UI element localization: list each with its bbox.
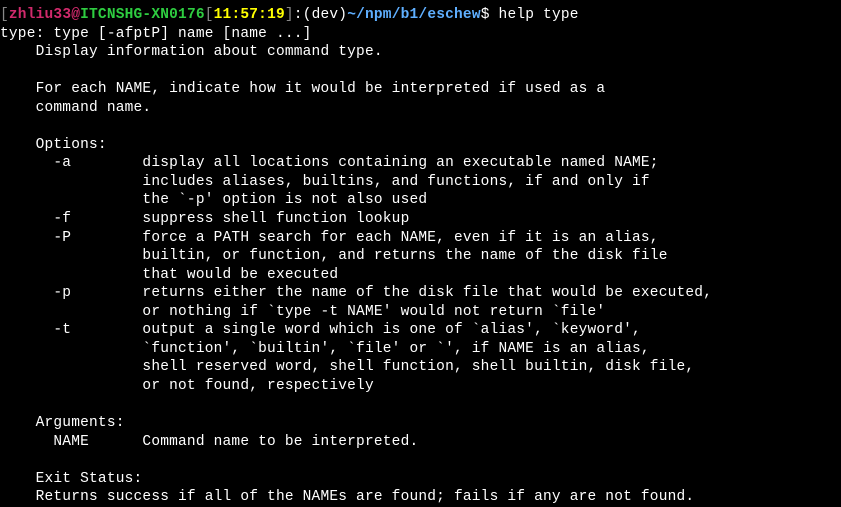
output-line-arguments-header: Arguments: (0, 414, 841, 433)
prompt-bracket-open: [ (0, 7, 9, 23)
prompt-time: 11:57:19 (214, 7, 285, 23)
output-line-option-cap-p: -P force a PATH search for each NAME, ev… (0, 229, 841, 248)
prompt-command: help type (499, 7, 579, 23)
output-line-blank (0, 451, 841, 470)
prompt-separator: : (294, 7, 303, 23)
output-line-option-f: -f suppress shell function lookup (0, 210, 841, 229)
output-line: `function', `builtin', `file' or `', if … (0, 340, 841, 359)
output-line-options-header: Options: (0, 136, 841, 155)
prompt-env: (dev) (303, 7, 348, 23)
prompt-host: ITCNSHG-XN0176 (80, 7, 205, 23)
output-line-argument-name: NAME Command name to be interpreted. (0, 433, 841, 452)
prompt-user: zhliu33 (9, 7, 71, 23)
output-line-option-a: -a display all locations containing an e… (0, 154, 841, 173)
output-line-exit-status-header: Exit Status: (0, 470, 841, 489)
prompt-at: @ (71, 7, 80, 23)
output-line: shell reserved word, shell function, she… (0, 358, 841, 377)
output-line-desc: Display information about command type. (0, 43, 841, 62)
output-line-blank (0, 117, 841, 136)
output-line-blank (0, 395, 841, 414)
output-line: includes aliases, builtins, and function… (0, 173, 841, 192)
output-line: the `-p' option is not also used (0, 191, 841, 210)
prompt-bracket-close2: ] (285, 7, 294, 23)
output-line: or not found, respectively (0, 377, 841, 396)
output-line-option-t: -t output a single word which is one of … (0, 321, 841, 340)
output-line-option-p: -p returns either the name of the disk f… (0, 284, 841, 303)
output-line: For each NAME, indicate how it would be … (0, 80, 841, 99)
prompt-line[interactable]: [zhliu33@ITCNSHG-XN0176[11:57:19]:(dev)~… (0, 6, 841, 25)
output-line: that would be executed (0, 266, 841, 285)
output-line-usage: type: type [-afptP] name [name ...] (0, 25, 841, 44)
output-line-exit-status: Returns success if all of the NAMEs are … (0, 488, 841, 507)
prompt-bracket-open2: [ (205, 7, 214, 23)
output-line: builtin, or function, and returns the na… (0, 247, 841, 266)
prompt-path: ~/npm/b1/eschew (347, 7, 481, 23)
output-line: command name. (0, 99, 841, 118)
output-line: or nothing if `type -t NAME' would not r… (0, 303, 841, 322)
prompt-dollar: $ (481, 7, 499, 23)
output-line-blank (0, 62, 841, 81)
